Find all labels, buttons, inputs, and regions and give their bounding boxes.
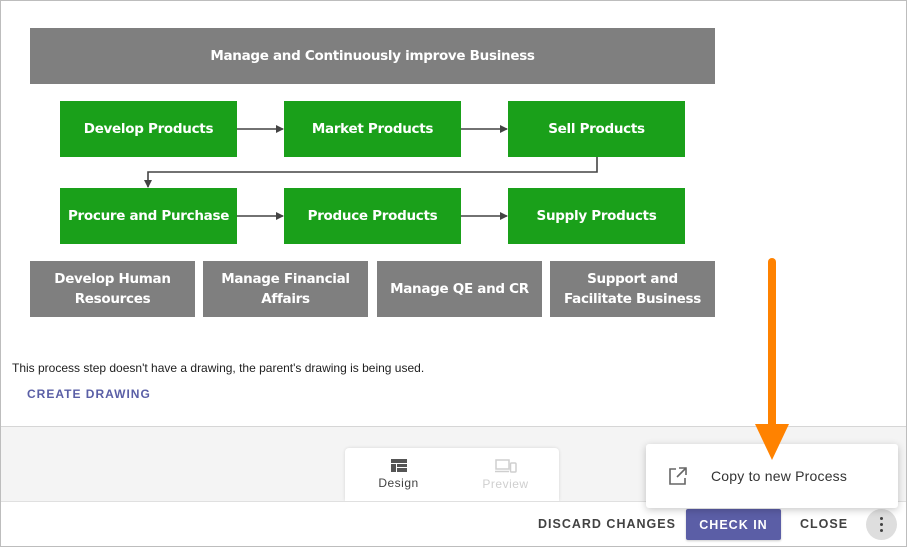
parent-drawing-note: This process step doesn't have a drawing… xyxy=(12,361,425,375)
more-vert-icon xyxy=(880,517,883,532)
connector-sell-to-procure xyxy=(144,157,598,188)
tab-design-label: Design xyxy=(378,476,419,490)
copy-to-new-process-label: Copy to new Process xyxy=(711,468,848,484)
devices-icon xyxy=(494,459,517,473)
design-icon xyxy=(390,459,407,472)
tab-design[interactable]: Design xyxy=(345,448,452,501)
close-button[interactable]: CLOSE xyxy=(800,517,848,531)
tab-preview[interactable]: Preview xyxy=(452,448,559,501)
copy-to-new-process-item[interactable]: Copy to new Process xyxy=(646,444,898,508)
check-in-button[interactable]: CHECK IN xyxy=(686,509,781,540)
view-mode-tabs: Design Preview xyxy=(345,448,559,501)
tab-preview-label: Preview xyxy=(482,477,529,491)
open-in-new-icon xyxy=(669,467,687,485)
more-options-button[interactable] xyxy=(866,509,897,540)
create-drawing-button[interactable]: CREATE DRAWING xyxy=(27,387,151,401)
more-options-menu: Copy to new Process xyxy=(646,444,898,508)
discard-changes-button[interactable]: DISCARD CHANGES xyxy=(538,517,676,531)
